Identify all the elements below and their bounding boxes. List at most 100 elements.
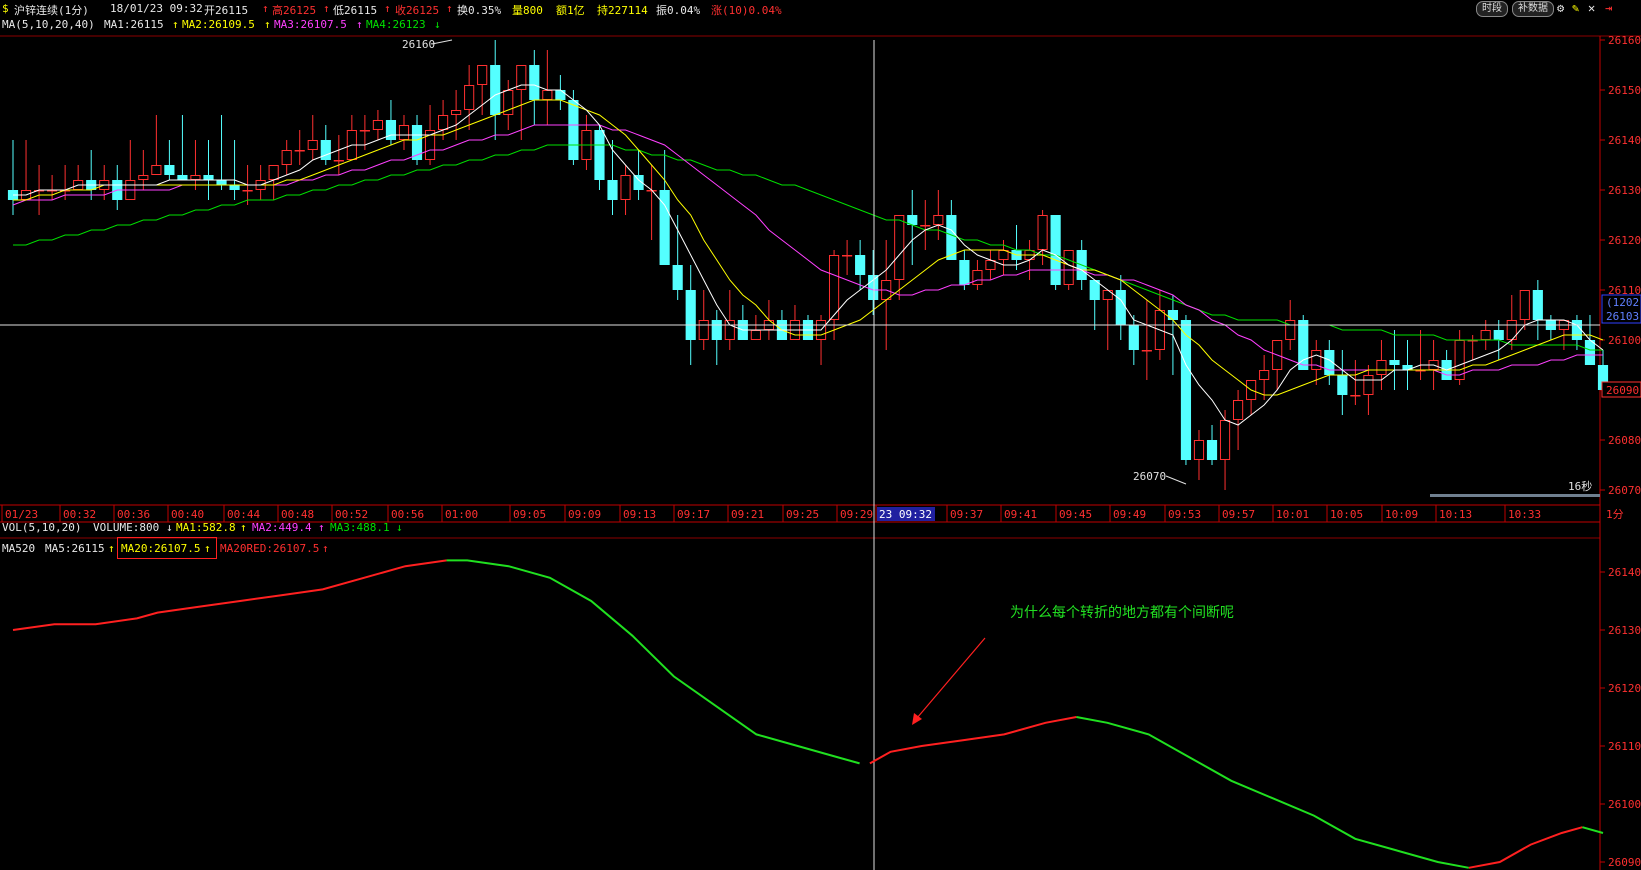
candle-body	[1480, 330, 1491, 340]
candle-body	[1350, 395, 1361, 397]
candle-body	[724, 320, 735, 340]
candle-body	[242, 190, 253, 192]
time-axis-label: 00:40	[171, 508, 204, 521]
ind-ma5: MA5:26115	[45, 542, 105, 555]
time-axis-label: 00:48	[281, 508, 314, 521]
candle-body	[698, 320, 709, 340]
candle-body	[1519, 290, 1530, 320]
time-axis-label: 09:45	[1059, 508, 1092, 521]
candle-body	[216, 180, 227, 185]
candle-body	[464, 85, 475, 110]
candle-body	[959, 260, 970, 285]
candle-body	[1363, 375, 1374, 395]
candle-body	[1584, 340, 1596, 365]
time-axis-label: 09:09	[568, 508, 601, 521]
candle-body	[229, 185, 240, 190]
high-price-marker: 26160	[402, 38, 435, 51]
time-axis-label-active: 23 09:32	[879, 508, 932, 521]
candle-body	[685, 290, 696, 340]
current-price-label: 26090	[1606, 384, 1639, 397]
ind-ma20red: MA20RED:26107.5	[220, 542, 320, 555]
candle-body	[855, 255, 866, 275]
time-axis-label: 09:37	[950, 508, 983, 521]
candle-body	[268, 165, 279, 180]
chart-canvas[interactable]: 26160 26150 26140 26130 26120 26110 26100 26090…	[0, 0, 1641, 870]
candle-body	[1180, 320, 1192, 460]
candle-body	[281, 150, 292, 165]
arrow-down-icon: ↓	[166, 521, 173, 534]
candle-body	[47, 190, 58, 192]
candle-body	[1193, 440, 1205, 460]
candle-body	[1337, 375, 1348, 395]
candle-body	[1259, 370, 1270, 380]
candle-body	[985, 260, 996, 270]
price-tick-label: 26070	[1608, 484, 1641, 497]
indicator-red-segment	[12, 559, 447, 631]
vol-legend-label: VOL(5,10,20)	[2, 521, 82, 534]
time-axis-label: 10:33	[1508, 508, 1541, 521]
time-axis-label: 09:21	[731, 508, 764, 521]
candle-body	[1571, 320, 1583, 340]
time-axis-label: 01:00	[445, 508, 478, 521]
futures-chart-window: $ 沪锌连续(1分) 18/01/23 09:32 开26115 ↑ 高2612…	[0, 0, 1641, 870]
time-axis-label: 09:25	[786, 508, 819, 521]
candle-body	[607, 180, 618, 200]
candle-body	[529, 65, 540, 100]
period-label: 1分	[1606, 508, 1624, 521]
time-axis-label: 09:17	[677, 508, 710, 521]
candle-body	[490, 65, 501, 115]
candle-body	[842, 255, 853, 257]
candle-body	[1206, 440, 1218, 460]
annotation-arrow-line	[916, 637, 986, 719]
indicator-green-segment	[446, 559, 860, 765]
indicator-tick-label: 26090	[1608, 856, 1641, 869]
candle-body	[385, 120, 397, 140]
candle-body	[1063, 250, 1074, 285]
arrow-up-icon: ↑	[204, 542, 211, 555]
candle-body	[1037, 215, 1048, 250]
price-tick-label: 26150	[1608, 84, 1641, 97]
indicator-red-segment	[869, 716, 1077, 765]
candle-body	[138, 175, 149, 180]
volume-readout: VOLUME:800	[93, 521, 160, 534]
candle-body	[1389, 360, 1400, 365]
ind-ma20: MA20:26107.5	[121, 542, 201, 555]
candle-body	[920, 225, 931, 227]
time-axis-label: 10:09	[1385, 508, 1418, 521]
candle-body	[294, 150, 305, 152]
candle-body	[307, 140, 318, 150]
candle-body	[164, 165, 175, 175]
price-tick-label: 26080	[1608, 434, 1641, 447]
candle-body	[1141, 350, 1152, 352]
time-axis-label: 09:53	[1168, 508, 1201, 521]
candle-body	[750, 330, 761, 340]
time-axis-label: 09:49	[1113, 508, 1146, 521]
price-tick-label: 26120	[1608, 234, 1641, 247]
arrow-up-icon: ↑	[322, 542, 329, 555]
candles-group	[7, 40, 1609, 490]
candle-body	[1128, 325, 1139, 350]
time-axis-label: 01/23	[5, 508, 38, 521]
bar-progress	[1430, 494, 1600, 497]
candle-body	[672, 265, 683, 290]
candle-body	[1219, 420, 1231, 460]
indicator-tick-label: 26100	[1608, 798, 1641, 811]
candle-body	[1532, 290, 1543, 320]
candle-body	[177, 175, 188, 180]
candle-body	[998, 250, 1009, 260]
low-price-marker: 26070	[1133, 470, 1166, 483]
candle-body	[1467, 340, 1478, 342]
candle-body	[203, 175, 214, 180]
candle-body	[1376, 360, 1387, 375]
candle-body	[868, 275, 879, 300]
candle-body	[972, 270, 983, 285]
candle-body	[437, 115, 449, 130]
candle-body	[933, 215, 944, 225]
indicator-label: MA520	[2, 542, 36, 555]
candle-body	[555, 90, 566, 100]
time-axis-label: 00:56	[391, 508, 424, 521]
candle-body	[711, 320, 722, 340]
bar-timer: 16秒	[1568, 479, 1592, 493]
vol-ma1: MA1:582.8	[176, 521, 236, 534]
price-tick-label: 26130	[1608, 184, 1641, 197]
